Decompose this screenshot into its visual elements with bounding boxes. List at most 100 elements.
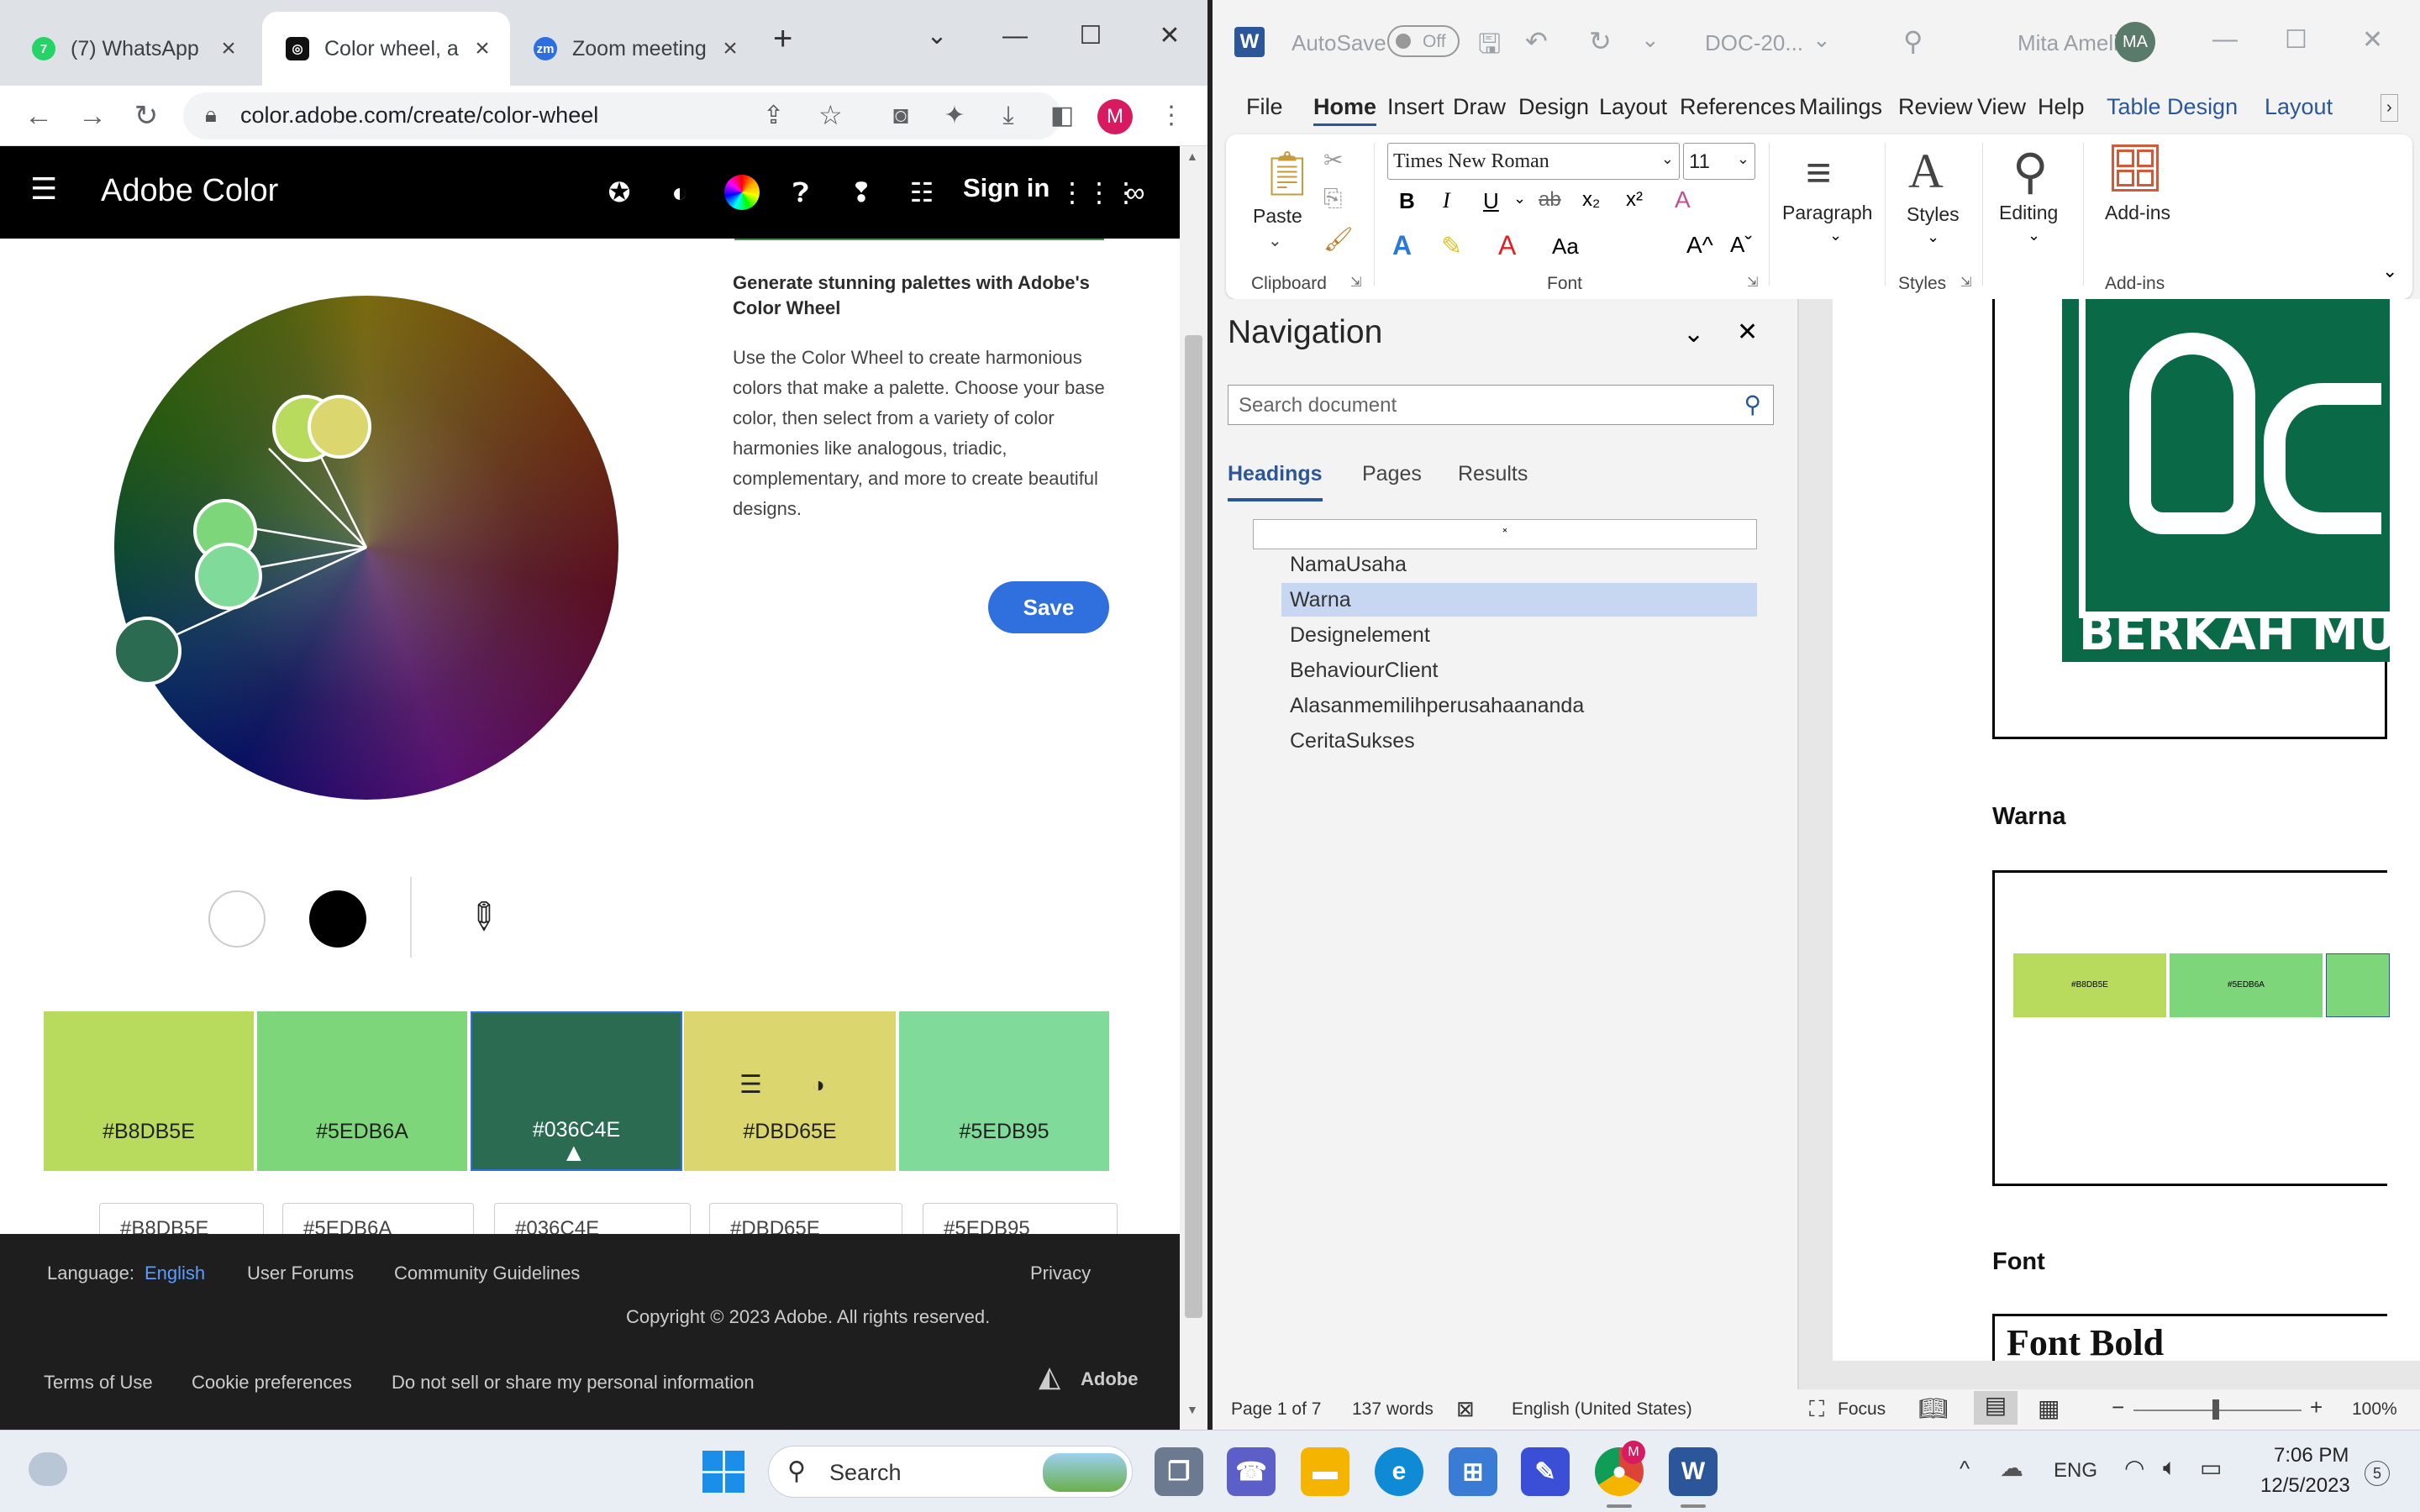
font-name-select[interactable]: Times New Roman ⌄ [1387, 143, 1680, 180]
taskbar-search[interactable]: ⚲ Search [768, 1446, 1133, 1498]
contrast-icon[interactable]: ◐ [660, 173, 699, 212]
maximize-button[interactable]: ☐ [2285, 25, 2307, 55]
sliders-icon[interactable]: ☰ [739, 1070, 762, 1100]
word-count[interactable]: 137 words [1352, 1399, 1434, 1420]
pane-options-chevron-icon[interactable]: ⌄ [1683, 319, 1704, 349]
font-size-select[interactable]: 11 ⌄ [1683, 143, 1755, 180]
paragraph-icon[interactable]: ≡ [1806, 148, 1831, 198]
close-window-button[interactable]: ✕ [2362, 25, 2383, 55]
close-icon[interactable]: × [718, 34, 743, 63]
bold-button[interactable]: B [1399, 188, 1415, 214]
paste-chevron-icon[interactable]: ⌄ [1268, 230, 1282, 251]
text-effects-icon[interactable]: A [1392, 230, 1412, 261]
chevron-down-icon[interactable]: ⌄ [1513, 190, 1526, 207]
heading-item[interactable]: NamaUsaha [1290, 553, 1407, 577]
redo-icon[interactable]: ↻ [1589, 25, 1612, 57]
minimize-button[interactable]: — [2212, 25, 2238, 54]
hex-input-2[interactable]: #5EDB6A [282, 1203, 474, 1234]
user-forums-link[interactable]: User Forums [247, 1263, 354, 1284]
tab-table-design[interactable]: Table Design [2107, 94, 2238, 120]
page-count[interactable]: Page 1 of 7 [1231, 1399, 1321, 1420]
edge-icon[interactable]: e [1375, 1447, 1423, 1496]
language-link[interactable]: English [145, 1263, 205, 1284]
search-document-input[interactable]: Search document ⚲ [1228, 385, 1774, 425]
tab-home[interactable]: Home [1313, 94, 1377, 126]
cut-icon[interactable]: ✂ [1323, 146, 1343, 174]
brand-title[interactable]: Adobe Color [101, 173, 278, 209]
tab-design[interactable]: Design [1518, 94, 1589, 120]
superscript-button[interactable]: x² [1626, 188, 1643, 212]
change-case-icon[interactable]: Aa [1552, 234, 1579, 260]
swatch-1[interactable]: #B8DB5E [44, 1011, 254, 1171]
wifi-icon[interactable]: ◠ [2124, 1454, 2144, 1482]
reload-button[interactable]: ↻ [124, 94, 168, 138]
word-taskbar-icon[interactable]: W [1669, 1447, 1718, 1496]
tab-whatsapp[interactable]: 7 (7) WhatsApp × [8, 12, 256, 86]
side-panel-icon[interactable]: ◧ [1044, 97, 1081, 134]
add-ins-button[interactable]: Add-ins [2105, 202, 2170, 224]
highlight-icon[interactable]: ✎ [1441, 232, 1462, 261]
color-handle-base[interactable] [113, 617, 182, 685]
download-icon[interactable]: ⤓ [990, 97, 1027, 134]
document-name[interactable]: DOC-20... [1705, 30, 1803, 56]
heading-item[interactable]: Designelement [1290, 623, 1430, 648]
community-guidelines-link[interactable]: Community Guidelines [394, 1263, 580, 1284]
minimize-button[interactable]: — [990, 15, 1040, 57]
heading-top-empty[interactable]: ˟ [1253, 519, 1757, 549]
help-icon[interactable]: ❓︎ [781, 173, 820, 212]
tab-results[interactable]: Results [1458, 462, 1528, 486]
sign-in-link[interactable]: Sign in [963, 173, 1050, 203]
proofing-icon[interactable]: ⊠ [1456, 1396, 1475, 1422]
hamburger-icon[interactable]: ☰ [30, 171, 57, 207]
tab-file[interactable]: File [1246, 94, 1283, 120]
focus-button[interactable]: Focus [1838, 1399, 1886, 1420]
show-hidden-icons-chevron[interactable]: ^ [1960, 1456, 1970, 1482]
color-handle-5[interactable] [195, 543, 262, 610]
address-bar[interactable]: 🔒︎ color.adobe.com/create/color-wheel ⇪ … [183, 92, 1061, 139]
tab-zoom[interactable]: zm Zoom meeting × [510, 12, 758, 86]
save-icon[interactable]: 🖫 [1478, 25, 1501, 71]
scrollbar-thumb[interactable] [1185, 335, 1202, 1318]
clear-formatting-icon[interactable]: A [1675, 186, 1691, 213]
paragraph-button[interactable]: Paragraph [1782, 202, 1872, 224]
task-view-icon[interactable]: ❐ [1155, 1447, 1203, 1496]
share-icon[interactable]: ⇪ [763, 101, 784, 130]
black-brightness-button[interactable] [309, 890, 366, 948]
tab-draw[interactable]: Draw [1453, 94, 1506, 120]
close-pane-icon[interactable]: ✕ [1737, 318, 1758, 347]
heading-item[interactable]: Alasanmemilihperusahaananda [1290, 694, 1584, 718]
tab-insert[interactable]: Insert [1387, 94, 1444, 120]
zoom-in-icon[interactable]: + [2310, 1394, 2323, 1420]
color-wheel-icon[interactable] [724, 175, 760, 210]
extensions-icon[interactable]: ✦ [936, 97, 973, 134]
cookie-preferences-link[interactable]: Cookie preferences [192, 1372, 352, 1394]
styles-icon[interactable]: A [1908, 143, 1944, 199]
tab-search-chevron-icon[interactable]: ⌄ [912, 15, 962, 57]
focus-icon[interactable]: ⛶ [1809, 1396, 1824, 1423]
favorites-icon[interactable]: ✪ [600, 173, 639, 212]
chevron-down-icon[interactable]: ⌄ [1927, 228, 1939, 246]
styles-button[interactable]: Styles [1907, 203, 1960, 226]
page-scrollbar[interactable]: ▲ ▼ [1180, 146, 1207, 1430]
close-icon[interactable]: × [470, 34, 495, 63]
add-ins-icon[interactable] [2112, 144, 2159, 192]
paste-icon[interactable]: 📋︎ [1260, 148, 1315, 199]
windows-start-icon[interactable] [702, 1451, 744, 1493]
grow-font-icon[interactable]: A^ [1686, 232, 1713, 259]
zoom-out-icon[interactable]: − [2112, 1394, 2124, 1420]
creative-cloud-icon[interactable]: ∞ [1116, 173, 1155, 212]
teams-chat-icon[interactable]: ☎ [1227, 1447, 1276, 1496]
zoom-slider-thumb[interactable] [2212, 1399, 2219, 1420]
contrast-icon[interactable]: ◑ [812, 1072, 825, 1098]
clock-date[interactable]: 12/5/2023 [2260, 1474, 2350, 1498]
feedback-icon[interactable]: ❢ [842, 173, 881, 212]
profile-avatar[interactable]: M [1097, 99, 1133, 134]
apps-grid-icon[interactable]: ⋮⋮⋮ [1059, 173, 1139, 212]
zoom-level[interactable]: 100% [2352, 1399, 2397, 1420]
tab-headings[interactable]: Headings [1228, 462, 1323, 501]
italic-button[interactable]: I [1443, 188, 1450, 213]
swatch-3-base[interactable]: #036C4E ▲ [471, 1011, 682, 1171]
white-brightness-button[interactable] [208, 890, 266, 948]
underline-button[interactable]: U [1483, 188, 1499, 214]
subscript-button[interactable]: x₂ [1582, 188, 1600, 212]
